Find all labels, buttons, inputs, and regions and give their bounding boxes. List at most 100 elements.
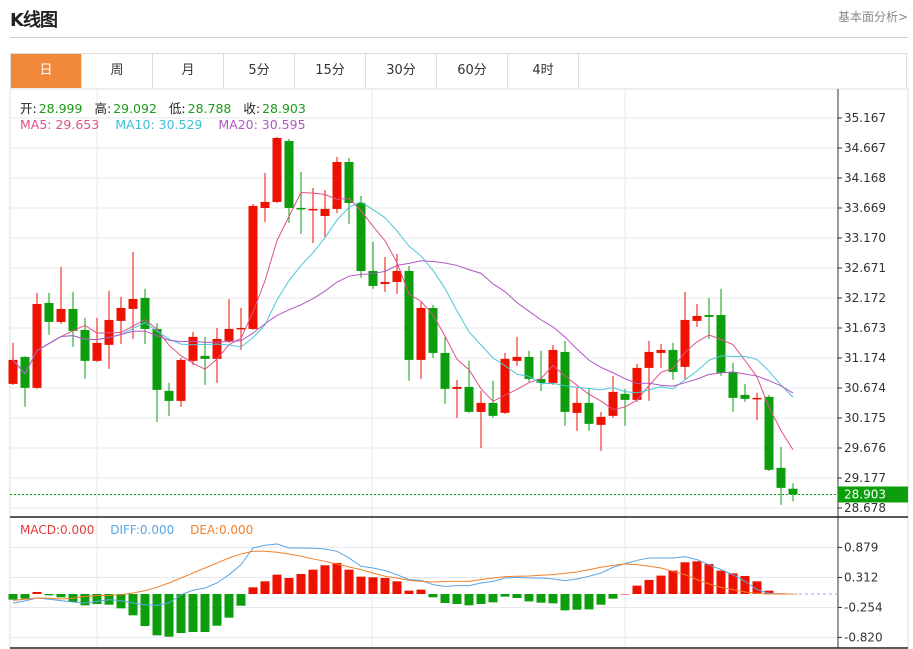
macd-bar: [368, 577, 378, 594]
chart-frame: [9, 88, 909, 649]
price-tick-label: 34.168: [844, 171, 886, 185]
candle: [260, 172, 270, 222]
candle-body: [680, 319, 690, 367]
candle: [788, 483, 798, 502]
candle: [32, 292, 42, 389]
candle: [668, 342, 678, 380]
candle-body: [320, 208, 330, 216]
last-price-label: 28.903: [844, 487, 886, 501]
macd-bar: [644, 579, 654, 594]
candle-body: [224, 328, 234, 341]
candle: [368, 241, 378, 289]
candle: [152, 322, 162, 422]
candle-body: [452, 386, 462, 389]
macd-bar: [344, 569, 354, 594]
macd-bar: [152, 594, 162, 636]
macd-bar: [20, 594, 30, 599]
candle-body: [752, 397, 762, 400]
macd-bar: [452, 594, 462, 605]
candle: [344, 157, 354, 224]
candle-body: [644, 351, 654, 368]
macd-bar: [296, 573, 306, 594]
macd-bar: [704, 563, 714, 594]
ma-legend: MA5: 29.653 MA10: 30.529 MA20: 30.595: [20, 117, 308, 132]
price-tick-label: 35.167: [844, 111, 886, 125]
price-tick-label: 33.669: [844, 201, 886, 215]
candle: [596, 411, 606, 451]
candle-body: [236, 327, 246, 330]
candle-body: [404, 270, 414, 360]
candle: [176, 357, 186, 407]
macd-bar: [248, 587, 258, 594]
candle: [608, 375, 618, 418]
candle-body: [560, 351, 570, 412]
macd-bar: [356, 576, 366, 594]
candle: [524, 350, 534, 382]
candle-body: [656, 349, 666, 353]
macd-legend: MACD:0.000 DIFF:0.000 DEA:0.000: [20, 523, 255, 537]
candle: [728, 362, 738, 412]
price-tick-label: 29.177: [844, 471, 886, 485]
candle-body: [620, 393, 630, 400]
macd-bar: [200, 594, 210, 633]
candle: [116, 296, 126, 344]
macd-bar: [392, 581, 402, 594]
macd-bar: [320, 565, 330, 594]
macd-bar: [308, 569, 318, 594]
candle: [656, 343, 666, 368]
candle: [356, 195, 366, 278]
candle-body: [164, 390, 174, 401]
candle: [56, 266, 66, 324]
macd-tick-label: 0.879: [844, 540, 878, 554]
candle-body: [476, 402, 486, 412]
macd-bar: [8, 594, 18, 600]
ma20-line: [12, 260, 794, 394]
candle: [140, 288, 150, 344]
candle-body: [20, 356, 30, 388]
macd-bar: [128, 594, 138, 616]
macd-bar: [584, 594, 594, 610]
candle: [188, 331, 198, 365]
candle-body: [32, 303, 42, 388]
candle: [236, 307, 246, 350]
candle-body: [332, 161, 342, 209]
candle: [500, 352, 510, 414]
candle-body: [344, 161, 354, 203]
macd-bar: [332, 562, 342, 594]
macd-bar: [560, 594, 570, 611]
candle-body: [284, 140, 294, 208]
candle: [512, 336, 522, 366]
macd-value: MACD:0.000: [20, 523, 95, 537]
price-tick-label: 34.667: [844, 141, 886, 155]
macd-bar: [32, 591, 42, 594]
candle-body: [128, 298, 138, 309]
candle-body: [176, 359, 186, 401]
close-label: 收:: [243, 101, 261, 116]
price-tick-label: 28.678: [844, 501, 886, 515]
macd-bar: [632, 585, 642, 594]
candle: [440, 336, 450, 404]
candle: [740, 383, 750, 402]
macd-bar: [680, 562, 690, 594]
candle: [680, 291, 690, 379]
candle: [416, 301, 426, 379]
macd-bar: [272, 574, 282, 594]
macd-tick-label: -0.254: [844, 600, 883, 614]
candle-body: [740, 394, 750, 399]
macd-bar: [476, 594, 486, 605]
ma20-legend: MA20: 30.595: [218, 117, 306, 132]
candle: [404, 265, 414, 381]
candle: [464, 360, 474, 413]
candle: [392, 253, 402, 294]
candle: [68, 291, 78, 347]
candle: [332, 157, 342, 213]
candle: [224, 298, 234, 343]
candle-body: [272, 137, 282, 202]
candle: [104, 290, 114, 369]
candle-body: [152, 328, 162, 390]
macd-bar: [716, 570, 726, 594]
high-label: 高:: [94, 101, 112, 116]
candle-body: [116, 307, 126, 321]
open-value: 28.999: [38, 101, 83, 116]
candle-body: [776, 467, 786, 488]
